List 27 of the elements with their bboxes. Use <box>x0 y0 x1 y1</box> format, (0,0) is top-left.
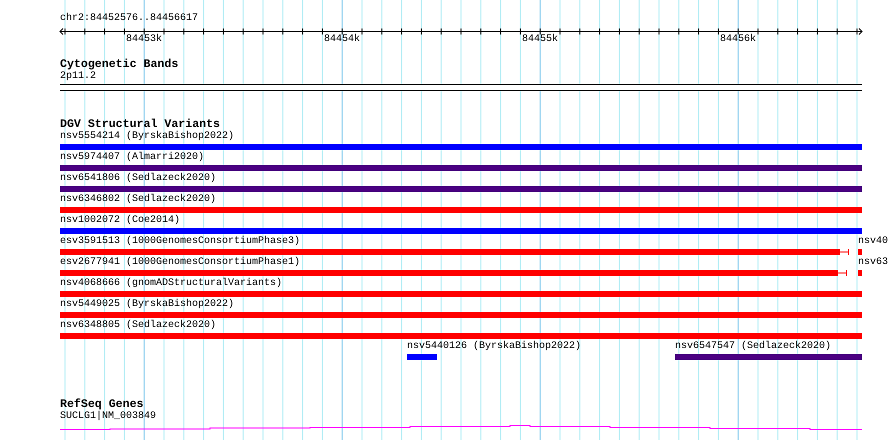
band-label: 2p11.2 <box>60 71 96 83</box>
tick-label: 84455k <box>522 34 558 46</box>
feature-label: nsv5974407 (Almarri2020) <box>60 152 204 164</box>
track-title: Cytogenetic Bands <box>60 58 178 71</box>
feature-label: nsv5449025 (ByrskaBishop2022) <box>60 299 234 311</box>
feature-label: esv3591513 (1000GenomesConsortiumPhase3) <box>60 236 300 248</box>
feature-label: nsv4068666 (gnomADStructuralVariants) <box>60 278 282 290</box>
feature-label: nsv6541806 (Sedlazeck2020) <box>60 173 216 185</box>
tick-label: 84454k <box>324 34 360 46</box>
feature-label: nsv6346802 (Sedlazeck2020) <box>60 194 216 206</box>
track-title: RefSeq Genes <box>60 398 144 411</box>
feature-label: nsv6547547 (Sedlazeck2020) <box>675 341 832 353</box>
track-title: DGV Structural Variants <box>60 118 220 131</box>
tick-label: 84456k <box>720 34 756 46</box>
feature-label: nsv6348805 (Sedlazeck2020) <box>60 320 216 332</box>
variant-bar[interactable] <box>60 270 847 276</box>
feature-label: nsv5440126 (ByrskaBishop2022) <box>407 341 582 353</box>
region-label: chr2:84452576..84456617 <box>60 13 198 25</box>
feature-label: nsv63 <box>858 257 888 269</box>
feature-label: nsv40 <box>858 236 888 248</box>
feature-label: nsv1002072 (Coe2014) <box>60 215 180 227</box>
tick-label: 84453k <box>126 34 162 46</box>
feature-label: nsv5554214 (ByrskaBishop2022) <box>60 131 234 143</box>
gene-line[interactable] <box>60 425 862 430</box>
variant-bar[interactable] <box>60 248 849 256</box>
gene-label: SUCLG1|NM_003849 <box>60 411 156 423</box>
feature-label: esv2677941 (1000GenomesConsortiumPhase1) <box>60 257 300 269</box>
